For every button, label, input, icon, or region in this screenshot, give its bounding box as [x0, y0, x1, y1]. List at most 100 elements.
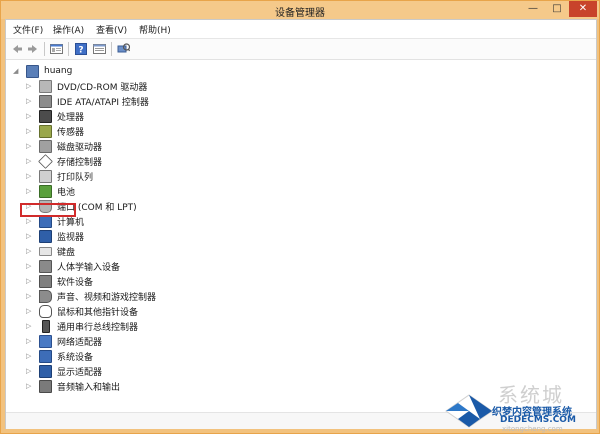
- device-manager-window: 设备管理器 — □ ✕ 文件(F) 操作(A) 查看(V) 帮助(H) ? ◢ …: [0, 0, 600, 434]
- disc-drive-icon: [39, 79, 52, 93]
- svg-text:?: ?: [78, 46, 83, 56]
- usb-icon: [42, 319, 50, 333]
- expand-icon[interactable]: ▷: [26, 112, 34, 120]
- expand-icon[interactable]: ▷: [26, 247, 34, 255]
- printer-icon: [39, 169, 52, 183]
- tree-item-label: 电池: [57, 187, 76, 198]
- software-device-icon: [39, 274, 52, 288]
- tree-item-label: IDE ATA/ATAPI 控制器: [57, 97, 149, 108]
- toolbar: ?: [6, 39, 596, 60]
- tree-item[interactable]: ▷ 打印队列: [26, 169, 93, 183]
- storage-controller-icon: [38, 153, 53, 169]
- close-button[interactable]: ✕: [569, 1, 597, 17]
- tree-item[interactable]: ▷ 鼠标和其他指针设备: [26, 304, 138, 318]
- maximize-button[interactable]: □: [545, 1, 569, 17]
- expand-icon[interactable]: ▷: [26, 97, 34, 105]
- tree-item-label: 磁盘驱动器: [57, 142, 103, 153]
- expand-icon[interactable]: ▷: [26, 367, 34, 375]
- expand-icon[interactable]: ▷: [26, 217, 34, 225]
- tree-item-label: 系统设备: [57, 352, 94, 363]
- window-title: 设备管理器: [275, 8, 325, 19]
- keyboard-icon: [39, 246, 52, 256]
- tree-item[interactable]: ▷ 存储控制器: [26, 153, 103, 169]
- expand-icon[interactable]: ▷: [26, 322, 34, 330]
- tree-item[interactable]: ▷ DVD/CD-ROM 驱动器: [26, 79, 147, 93]
- menu-action[interactable]: 操作(A): [53, 23, 84, 36]
- tree-item[interactable]: ▷ 声音、视频和游戏控制器: [26, 289, 156, 303]
- device-tree: ◢ huang ▷ DVD/CD-ROM 驱动器 ▷ IDE ATA/ATAPI…: [6, 60, 596, 428]
- menu-view[interactable]: 查看(V): [96, 23, 127, 36]
- details-icon[interactable]: [92, 42, 106, 56]
- scan-hardware-icon[interactable]: [116, 42, 130, 56]
- minimize-button[interactable]: —: [521, 1, 545, 17]
- tree-item[interactable]: ▷ 系统设备: [26, 349, 93, 363]
- collapse-icon[interactable]: ◢: [13, 67, 21, 75]
- network-adapter-icon: [39, 334, 52, 348]
- expand-icon[interactable]: ▷: [26, 382, 34, 390]
- tree-item-label: 键盘: [57, 247, 76, 258]
- audio-icon: [39, 379, 52, 393]
- tree-item-label: 鼠标和其他指针设备: [57, 307, 139, 318]
- tree-root[interactable]: ◢ huang: [13, 64, 72, 78]
- expand-icon[interactable]: ▷: [26, 187, 34, 195]
- expand-icon[interactable]: ▷: [26, 277, 34, 285]
- tree-item-label: 显示适配器: [57, 367, 103, 378]
- tree-item-label: DVD/CD-ROM 驱动器: [57, 82, 148, 93]
- tree-item-label: 通用串行总线控制器: [57, 322, 139, 333]
- computer-icon: [26, 64, 39, 78]
- watermark: 系统城 织梦内容管理系统 DEDECMS.COM xitongcheng.com: [440, 375, 600, 434]
- expand-icon[interactable]: ▷: [26, 352, 34, 360]
- sensor-icon: [39, 124, 52, 138]
- processor-icon: [39, 109, 52, 123]
- expand-icon[interactable]: ▷: [26, 142, 34, 150]
- mouse-icon: [39, 304, 52, 318]
- expand-icon[interactable]: ▷: [26, 127, 34, 135]
- tree-item[interactable]: ▷ 显示适配器: [26, 364, 102, 378]
- monitor-icon: [39, 229, 52, 243]
- tree-item-label: 传感器: [57, 127, 85, 138]
- expand-icon[interactable]: ▷: [26, 82, 34, 90]
- toolbar-separator: [111, 42, 112, 56]
- tree-item[interactable]: ▷ 通用串行总线控制器: [26, 319, 138, 333]
- tree-item-label: 打印队列: [57, 172, 94, 183]
- menu-help[interactable]: 帮助(H): [139, 23, 171, 36]
- toolbar-separator: [44, 42, 45, 56]
- expand-icon[interactable]: ▷: [26, 172, 34, 180]
- disk-drive-icon: [39, 139, 52, 153]
- back-icon[interactable]: [10, 42, 24, 56]
- tree-item[interactable]: ▷ 磁盘驱动器: [26, 139, 102, 153]
- tree-item[interactable]: ▷ 监视器: [26, 229, 84, 243]
- expand-icon[interactable]: ▷: [26, 337, 34, 345]
- watermark-sub-text: xitongcheng.com: [502, 425, 563, 433]
- expand-icon[interactable]: ▷: [26, 292, 34, 300]
- battery-icon: [39, 184, 52, 198]
- menu-bar: 文件(F) 操作(A) 查看(V) 帮助(H): [6, 20, 596, 39]
- watermark-logo-icon: [445, 394, 493, 428]
- tree-item-label: 人体学输入设备: [57, 262, 121, 273]
- tree-item[interactable]: ▷ 软件设备: [26, 274, 93, 288]
- help-icon[interactable]: ?: [74, 42, 88, 56]
- tree-item[interactable]: ▷ IDE ATA/ATAPI 控制器: [26, 94, 149, 108]
- forward-icon[interactable]: [26, 42, 40, 56]
- tree-item-keyboard[interactable]: ▷ 键盘: [26, 244, 75, 258]
- expand-icon[interactable]: ▷: [26, 232, 34, 240]
- expand-icon[interactable]: ▷: [26, 307, 34, 315]
- tree-item-label: 音频输入和输出: [57, 382, 121, 393]
- expand-icon[interactable]: ▷: [26, 262, 34, 270]
- tree-item[interactable]: ▷ 处理器: [26, 109, 84, 123]
- title-bar[interactable]: 设备管理器 — □ ✕: [1, 1, 599, 19]
- tree-item-label: 存储控制器: [57, 157, 103, 168]
- tree-item[interactable]: ▷ 网络适配器: [26, 334, 102, 348]
- tree-item-label: 软件设备: [57, 277, 94, 288]
- toolbar-separator: [68, 42, 69, 56]
- properties-icon[interactable]: [49, 42, 63, 56]
- tree-item[interactable]: ▷ 人体学输入设备: [26, 259, 120, 273]
- client-area: 文件(F) 操作(A) 查看(V) 帮助(H) ? ◢ huang ▷ DVD/…: [5, 19, 597, 429]
- tree-item[interactable]: ▷ 电池: [26, 184, 75, 198]
- tree-item[interactable]: ▷ 传感器: [26, 124, 84, 138]
- tree-item[interactable]: ▷ 音频输入和输出: [26, 379, 120, 393]
- hid-icon: [39, 259, 52, 273]
- expand-icon[interactable]: ▷: [26, 157, 34, 165]
- menu-file[interactable]: 文件(F): [13, 23, 43, 36]
- speaker-icon: [39, 289, 52, 303]
